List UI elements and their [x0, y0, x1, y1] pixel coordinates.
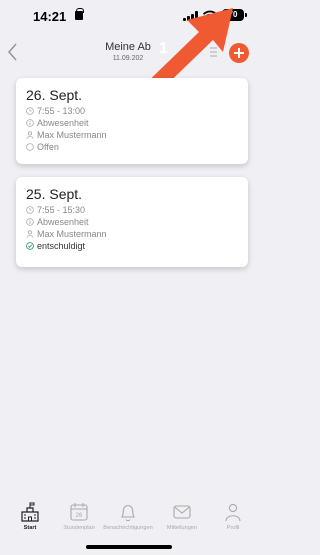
- card-date: 25. Sept.: [26, 186, 83, 202]
- tab-benachrichtigungen[interactable]: Benachrichtigungen: [103, 501, 153, 531]
- back-chevron-icon[interactable]: [6, 42, 20, 62]
- absence-card[interactable]: 26. Sept. 7:55 - 13:00 Abwesenheit Max M…: [16, 78, 248, 164]
- page-subtitle: 11.09.202: [112, 55, 144, 62]
- tab-label: Mitteilungen: [166, 525, 198, 531]
- clock-icon: [26, 206, 34, 214]
- wifi-icon: [203, 10, 217, 22]
- card-type-row: Abwesenheit: [26, 117, 248, 129]
- page-title: Meine Ab: [105, 41, 151, 53]
- info-icon: [26, 218, 34, 226]
- filter-icon[interactable]: [209, 47, 218, 57]
- card-type-row: Abwesenheit: [26, 216, 248, 228]
- card-time-row: 7:55 - 13:00: [26, 105, 248, 117]
- tab-mitteilungen[interactable]: Mitteilungen: [157, 501, 207, 531]
- school-icon: [21, 502, 39, 522]
- card-person: Max Mustermann: [37, 229, 107, 239]
- calendar-icon: 26: [70, 503, 88, 521]
- mail-icon: [173, 505, 191, 519]
- tab-label: Start: [23, 525, 37, 531]
- absence-card[interactable]: 25. Sept. 7:55 - 15:30 Abwesenheit Max M…: [16, 177, 248, 267]
- status-open-icon: [26, 143, 34, 151]
- tab-label: Benachrichtigungen: [103, 525, 153, 531]
- tab-profil[interactable]: Profil: [208, 501, 258, 531]
- card-time-row: 7:55 - 15:30: [26, 204, 248, 216]
- card-time: 7:55 - 15:30: [37, 205, 86, 215]
- card-time: 7:55 - 13:00: [37, 106, 86, 116]
- card-type: Abwesenheit: [37, 118, 89, 128]
- tab-label: Profil: [226, 525, 240, 531]
- card-status: entschuldigt: [37, 241, 86, 251]
- tab-start[interactable]: Start: [5, 501, 55, 531]
- card-person-row: Max Mustermann: [26, 129, 248, 141]
- calendar-badge: 26: [76, 513, 83, 519]
- status-bar: 14:21 70: [0, 0, 256, 34]
- home-indicator: [86, 545, 172, 549]
- person-icon: [26, 131, 34, 139]
- tab-label: Stundenplan: [63, 525, 95, 531]
- card-date: 26. Sept.: [26, 87, 83, 103]
- annotation-label: 1: [159, 40, 168, 57]
- card-person: Max Mustermann: [37, 130, 107, 140]
- status-time: 14:21: [33, 9, 67, 24]
- add-absence-button[interactable]: [229, 43, 249, 63]
- card-status-row: Offen: [26, 141, 248, 153]
- lock-icon: [75, 8, 84, 20]
- person-icon: [26, 230, 34, 238]
- clock-icon: [26, 107, 34, 115]
- tab-stundenplan[interactable]: 26 Stundenplan: [54, 501, 104, 531]
- check-circle-icon: [26, 242, 34, 250]
- info-icon: [26, 119, 34, 127]
- bell-icon: [120, 504, 136, 522]
- card-type: Abwesenheit: [37, 217, 89, 227]
- header: Meine Ab 11.09.202: [0, 34, 256, 70]
- signal-icon: [183, 11, 198, 21]
- person-icon: [225, 503, 241, 522]
- card-status: Offen: [37, 142, 59, 152]
- card-person-row: Max Mustermann: [26, 228, 248, 240]
- battery-icon: 70: [222, 9, 247, 21]
- card-status-row: entschuldigt: [26, 240, 248, 252]
